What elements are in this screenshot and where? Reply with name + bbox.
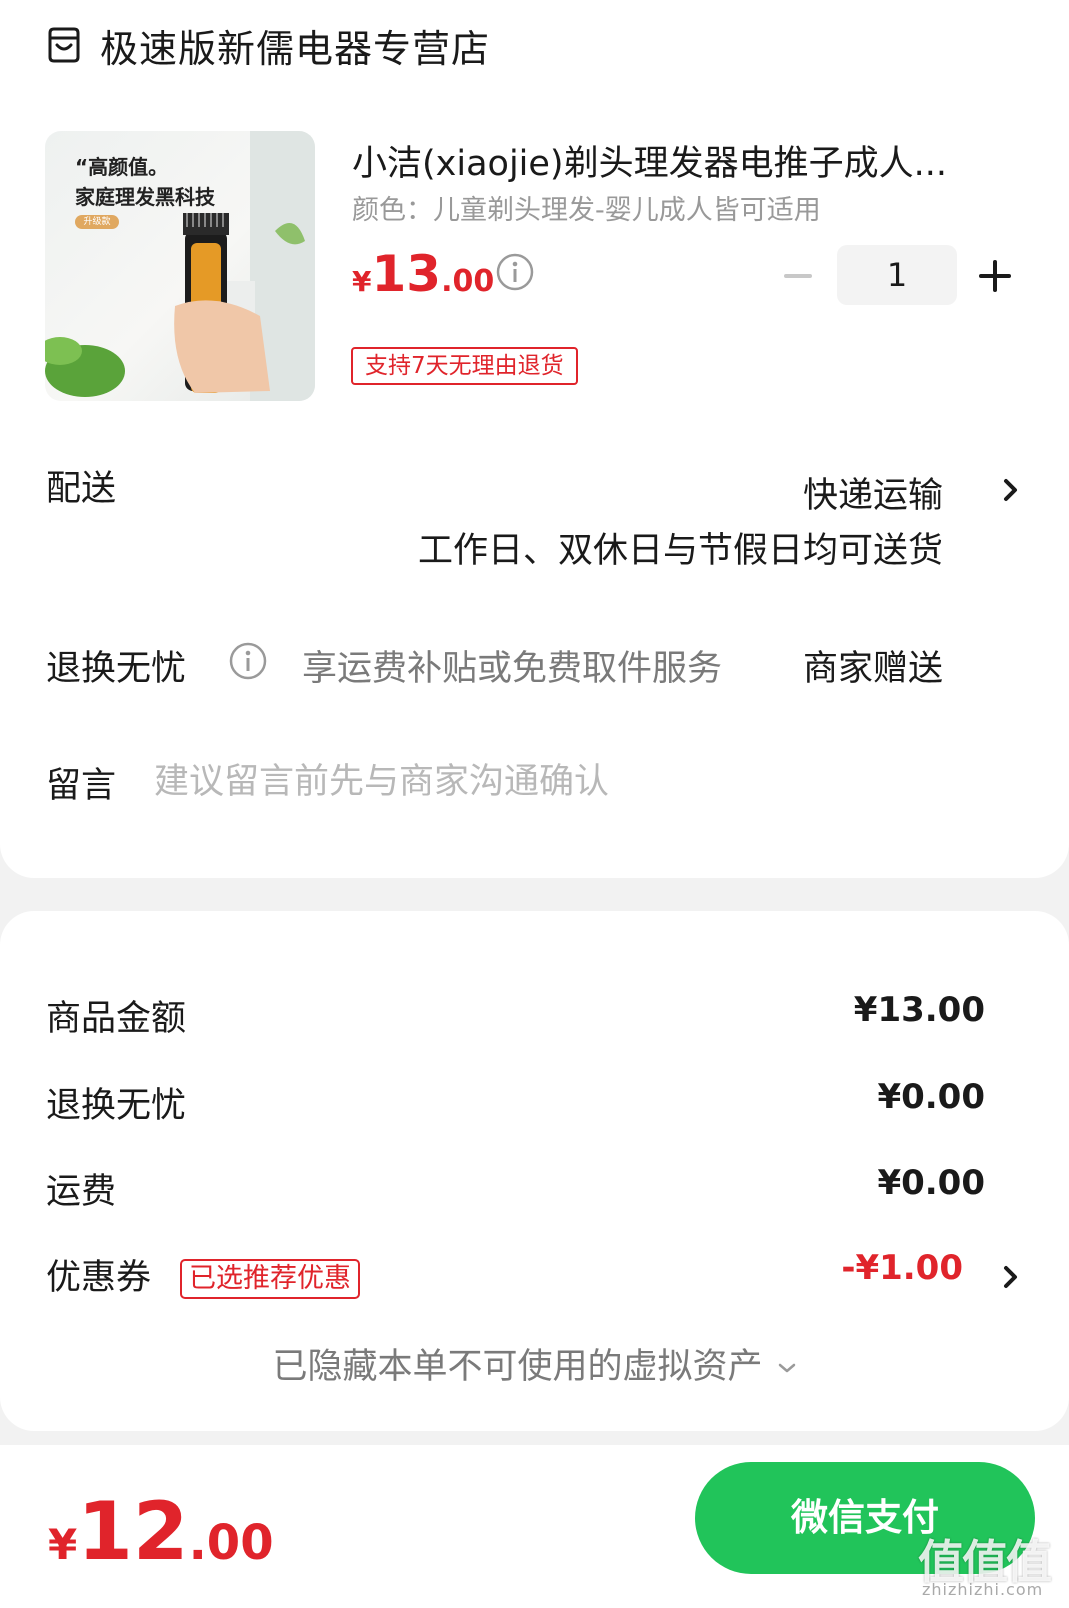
goods-amount-label: 商品金额	[46, 999, 187, 1039]
message-label: 留言	[46, 766, 117, 806]
image-tag: 升级款	[75, 215, 119, 229]
price-integer: 13	[371, 245, 442, 303]
order-total: ¥ 12 .00	[48, 1485, 274, 1578]
image-caption-2: 家庭理发黑科技	[75, 185, 215, 209]
coupon-chevron-right-icon[interactable]	[1000, 1262, 1022, 1292]
delivery-label: 配送	[46, 469, 117, 509]
checkout-page: 极速版新儒电器专营店 “高颜值。 家庭理发黑科技 升级款 小洁(xiaojie)…	[0, 0, 1069, 1608]
coupon-value[interactable]: -¥1.00	[841, 1248, 963, 1288]
return-service-info-icon[interactable]	[228, 641, 268, 681]
image-caption-1: “高颜值。	[75, 155, 169, 179]
goods-amount-value: ¥13.00	[853, 990, 985, 1030]
watermark-url: zhizhizhi.com	[922, 1580, 1044, 1599]
quantity-increase-button[interactable]	[975, 256, 1015, 296]
price-decimal: .00	[441, 264, 495, 299]
return-service-label: 退换无忧	[46, 649, 187, 689]
quantity-decrease-button[interactable]	[780, 258, 816, 294]
order-card: 极速版新儒电器专营店 “高颜值。 家庭理发黑科技 升级款 小洁(xiaojie)…	[0, 0, 1069, 878]
product-title[interactable]: 小洁(xiaojie)剃头理发器电推子成人...	[352, 135, 1002, 186]
store-icon	[48, 27, 80, 63]
delivery-method[interactable]: 快递运输	[803, 467, 943, 518]
price-symbol: ¥	[352, 265, 372, 298]
chevron-down-icon	[778, 1363, 795, 1373]
quantity-value[interactable]: 1	[837, 245, 957, 305]
return-policy-badge: 支持7天无理由退货	[351, 347, 578, 385]
return-service-fee-value: ¥0.00	[877, 1077, 985, 1117]
store-header[interactable]: 极速版新儒电器专营店	[44, 20, 491, 71]
delivery-chevron-right-icon[interactable]	[1000, 475, 1022, 505]
total-decimal: .00	[188, 1515, 274, 1571]
message-input[interactable]	[154, 757, 974, 807]
coupon-recommended-badge[interactable]: 已选推荐优惠	[180, 1259, 360, 1299]
return-service-gift: 商家赠送	[802, 649, 943, 689]
total-symbol: ¥	[48, 1520, 78, 1569]
total-integer: 12	[77, 1485, 189, 1578]
store-name: 极速版新儒电器专营店	[100, 26, 491, 71]
return-service-fee-label: 退换无忧	[46, 1086, 187, 1126]
coupon-label: 优惠券	[46, 1258, 152, 1298]
price-info-icon[interactable]	[495, 252, 535, 292]
shipping-fee-label: 运费	[46, 1172, 117, 1212]
hidden-assets-toggle[interactable]: 已隐藏本单不可使用的虚拟资产	[0, 1338, 1069, 1389]
product-price: ¥ 13 .00	[352, 245, 494, 305]
return-service-description: 享运费补贴或免费取件服务	[302, 649, 723, 689]
shipping-fee-value: ¥0.00	[877, 1163, 985, 1203]
product-spec[interactable]: 颜色：儿童剃头理发-婴儿成人皆可适用	[352, 188, 821, 227]
hidden-assets-text: 已隐藏本单不可使用的虚拟资产	[272, 1347, 763, 1387]
product-image[interactable]: “高颜值。 家庭理发黑科技 升级款	[45, 131, 315, 401]
delivery-description: 工作日、双休日与节假日均可送货	[417, 531, 943, 571]
